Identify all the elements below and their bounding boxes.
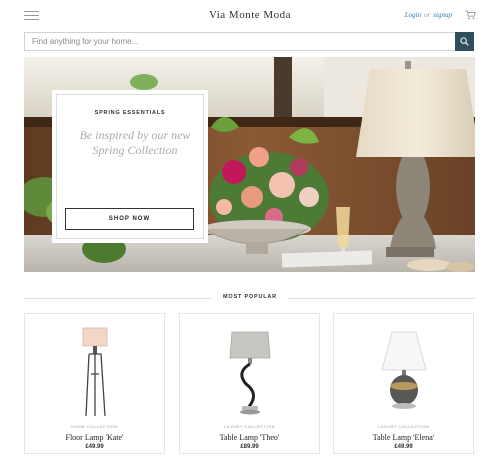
product-card-theo[interactable]: LUXURY COLLECTION Table Lamp 'Theo' £89.… — [179, 313, 320, 454]
product-name: Table Lamp 'Theo' — [219, 433, 280, 442]
table-lamp-theo-image — [229, 331, 271, 415]
menu-icon[interactable] — [24, 11, 39, 21]
product-price: £49.99 — [85, 444, 104, 450]
product-card-kate[interactable]: HOME COLLECTION Floor Lamp 'Kate' £49.99 — [24, 313, 165, 454]
site-header: Via Monte Moda Login or signup — [0, 0, 500, 32]
hero-promo-frame: SPRING ESSENTIALS Be inspired by our new… — [56, 94, 204, 239]
search-input[interactable] — [25, 33, 455, 50]
login-link[interactable]: Login — [405, 11, 421, 19]
product-price: £49.99 — [394, 444, 413, 450]
floor-lamp-image — [82, 327, 108, 417]
cart-icon[interactable] — [465, 10, 476, 20]
product-collection: LUXURY COLLECTION — [377, 424, 430, 429]
product-collection: HOME COLLECTION — [71, 424, 118, 429]
product-collection: LUXURY COLLECTION — [223, 424, 276, 429]
auth-links: Login or signup — [405, 11, 452, 19]
shop-now-button[interactable]: SHOP NOW — [65, 208, 194, 230]
product-card-elena[interactable]: LUXURY COLLECTION Table Lamp 'Elena' £49… — [333, 313, 474, 454]
section-divider-right — [288, 298, 475, 299]
search-bar — [24, 32, 474, 51]
search-icon — [460, 37, 469, 46]
product-price: £89.99 — [240, 444, 259, 450]
table-lamp-elena-image — [381, 331, 427, 409]
search-button[interactable] — [455, 32, 474, 51]
hero-banner: SPRING ESSENTIALS Be inspired by our new… — [24, 57, 475, 272]
hero-promo-card: SPRING ESSENTIALS Be inspired by our new… — [52, 90, 208, 243]
section-title: MOST POPULAR — [223, 294, 277, 300]
hero-kicker: SPRING ESSENTIALS — [94, 110, 166, 116]
signup-link[interactable]: signup — [433, 11, 452, 19]
hero-title: Be inspired by our new Spring Collection — [79, 128, 191, 157]
product-name: Floor Lamp 'Kate' — [65, 433, 124, 442]
auth-or-text: or — [424, 11, 431, 19]
product-name: Table Lamp 'Elena' — [372, 433, 435, 442]
